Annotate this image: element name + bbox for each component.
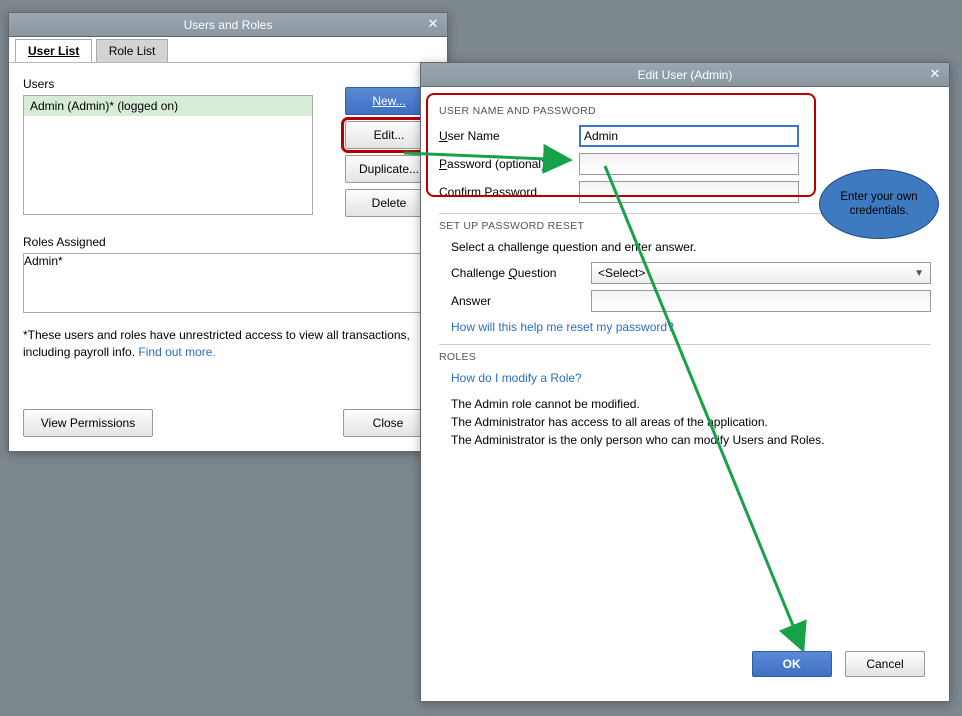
section-label-username-password: USER NAME AND PASSWORD <box>439 105 931 117</box>
tab-role-list[interactable]: Role List <box>96 39 169 62</box>
form-row-answer: Answer <box>451 290 931 312</box>
username-label: User Name <box>439 129 579 143</box>
close-icon[interactable]: ✕ <box>927 67 943 83</box>
answer-label: Answer <box>451 294 591 308</box>
window-title: Edit User (Admin) <box>638 68 733 82</box>
modify-role-link[interactable]: How do I modify a Role? <box>451 371 582 385</box>
tab-user-list[interactable]: User List <box>15 39 92 62</box>
roles-listbox[interactable]: Admin* <box>23 253 433 313</box>
tab-bar: User List Role List <box>9 37 447 63</box>
view-permissions-button[interactable]: View Permissions <box>23 409 153 437</box>
list-item[interactable]: Admin (Admin)* (logged on) <box>24 96 312 116</box>
confirm-password-label: Confirm Password <box>439 185 579 199</box>
chevron-down-icon: ▼ <box>914 268 924 279</box>
users-and-roles-window: Users and Roles ✕ User List Role List Us… <box>8 12 448 452</box>
list-item: Admin* <box>24 254 432 268</box>
challenge-question-select[interactable]: <Select> ▼ <box>591 262 931 284</box>
reset-instruction: Select a challenge question and enter an… <box>451 240 931 254</box>
footnote: *These users and roles have unrestricted… <box>23 327 433 361</box>
window-titlebar: Users and Roles ✕ <box>9 13 447 37</box>
window-title: Users and Roles <box>184 18 273 32</box>
form-row-username: User Name <box>439 125 931 147</box>
roles-description: The Admin role cannot be modified. The A… <box>451 395 931 449</box>
form-row-challenge: Challenge Question <Select> ▼ <box>451 262 931 284</box>
edit-user-window: Edit User (Admin) ✕ USER NAME AND PASSWO… <box>420 62 950 702</box>
confirm-password-input[interactable] <box>579 181 799 203</box>
password-label: Password (optional) <box>439 157 579 171</box>
roles-assigned-label: Roles Assigned <box>23 235 433 249</box>
window-titlebar: Edit User (Admin) ✕ <box>421 63 949 87</box>
close-icon[interactable]: ✕ <box>425 17 441 33</box>
username-input[interactable] <box>579 125 799 147</box>
annotation-callout: Enter your own credentials. <box>819 169 939 239</box>
cancel-button[interactable]: Cancel <box>845 651 925 677</box>
challenge-question-label: Challenge Question <box>451 266 591 280</box>
answer-input[interactable] <box>591 290 931 312</box>
section-label-roles: ROLES <box>439 351 931 363</box>
reset-help-link[interactable]: How will this help me reset my password? <box>451 320 674 334</box>
find-out-more-link[interactable]: Find out more. <box>138 345 215 359</box>
users-listbox[interactable]: Admin (Admin)* (logged on) <box>23 95 313 215</box>
password-input[interactable] <box>579 153 799 175</box>
ok-button[interactable]: OK <box>752 651 832 677</box>
